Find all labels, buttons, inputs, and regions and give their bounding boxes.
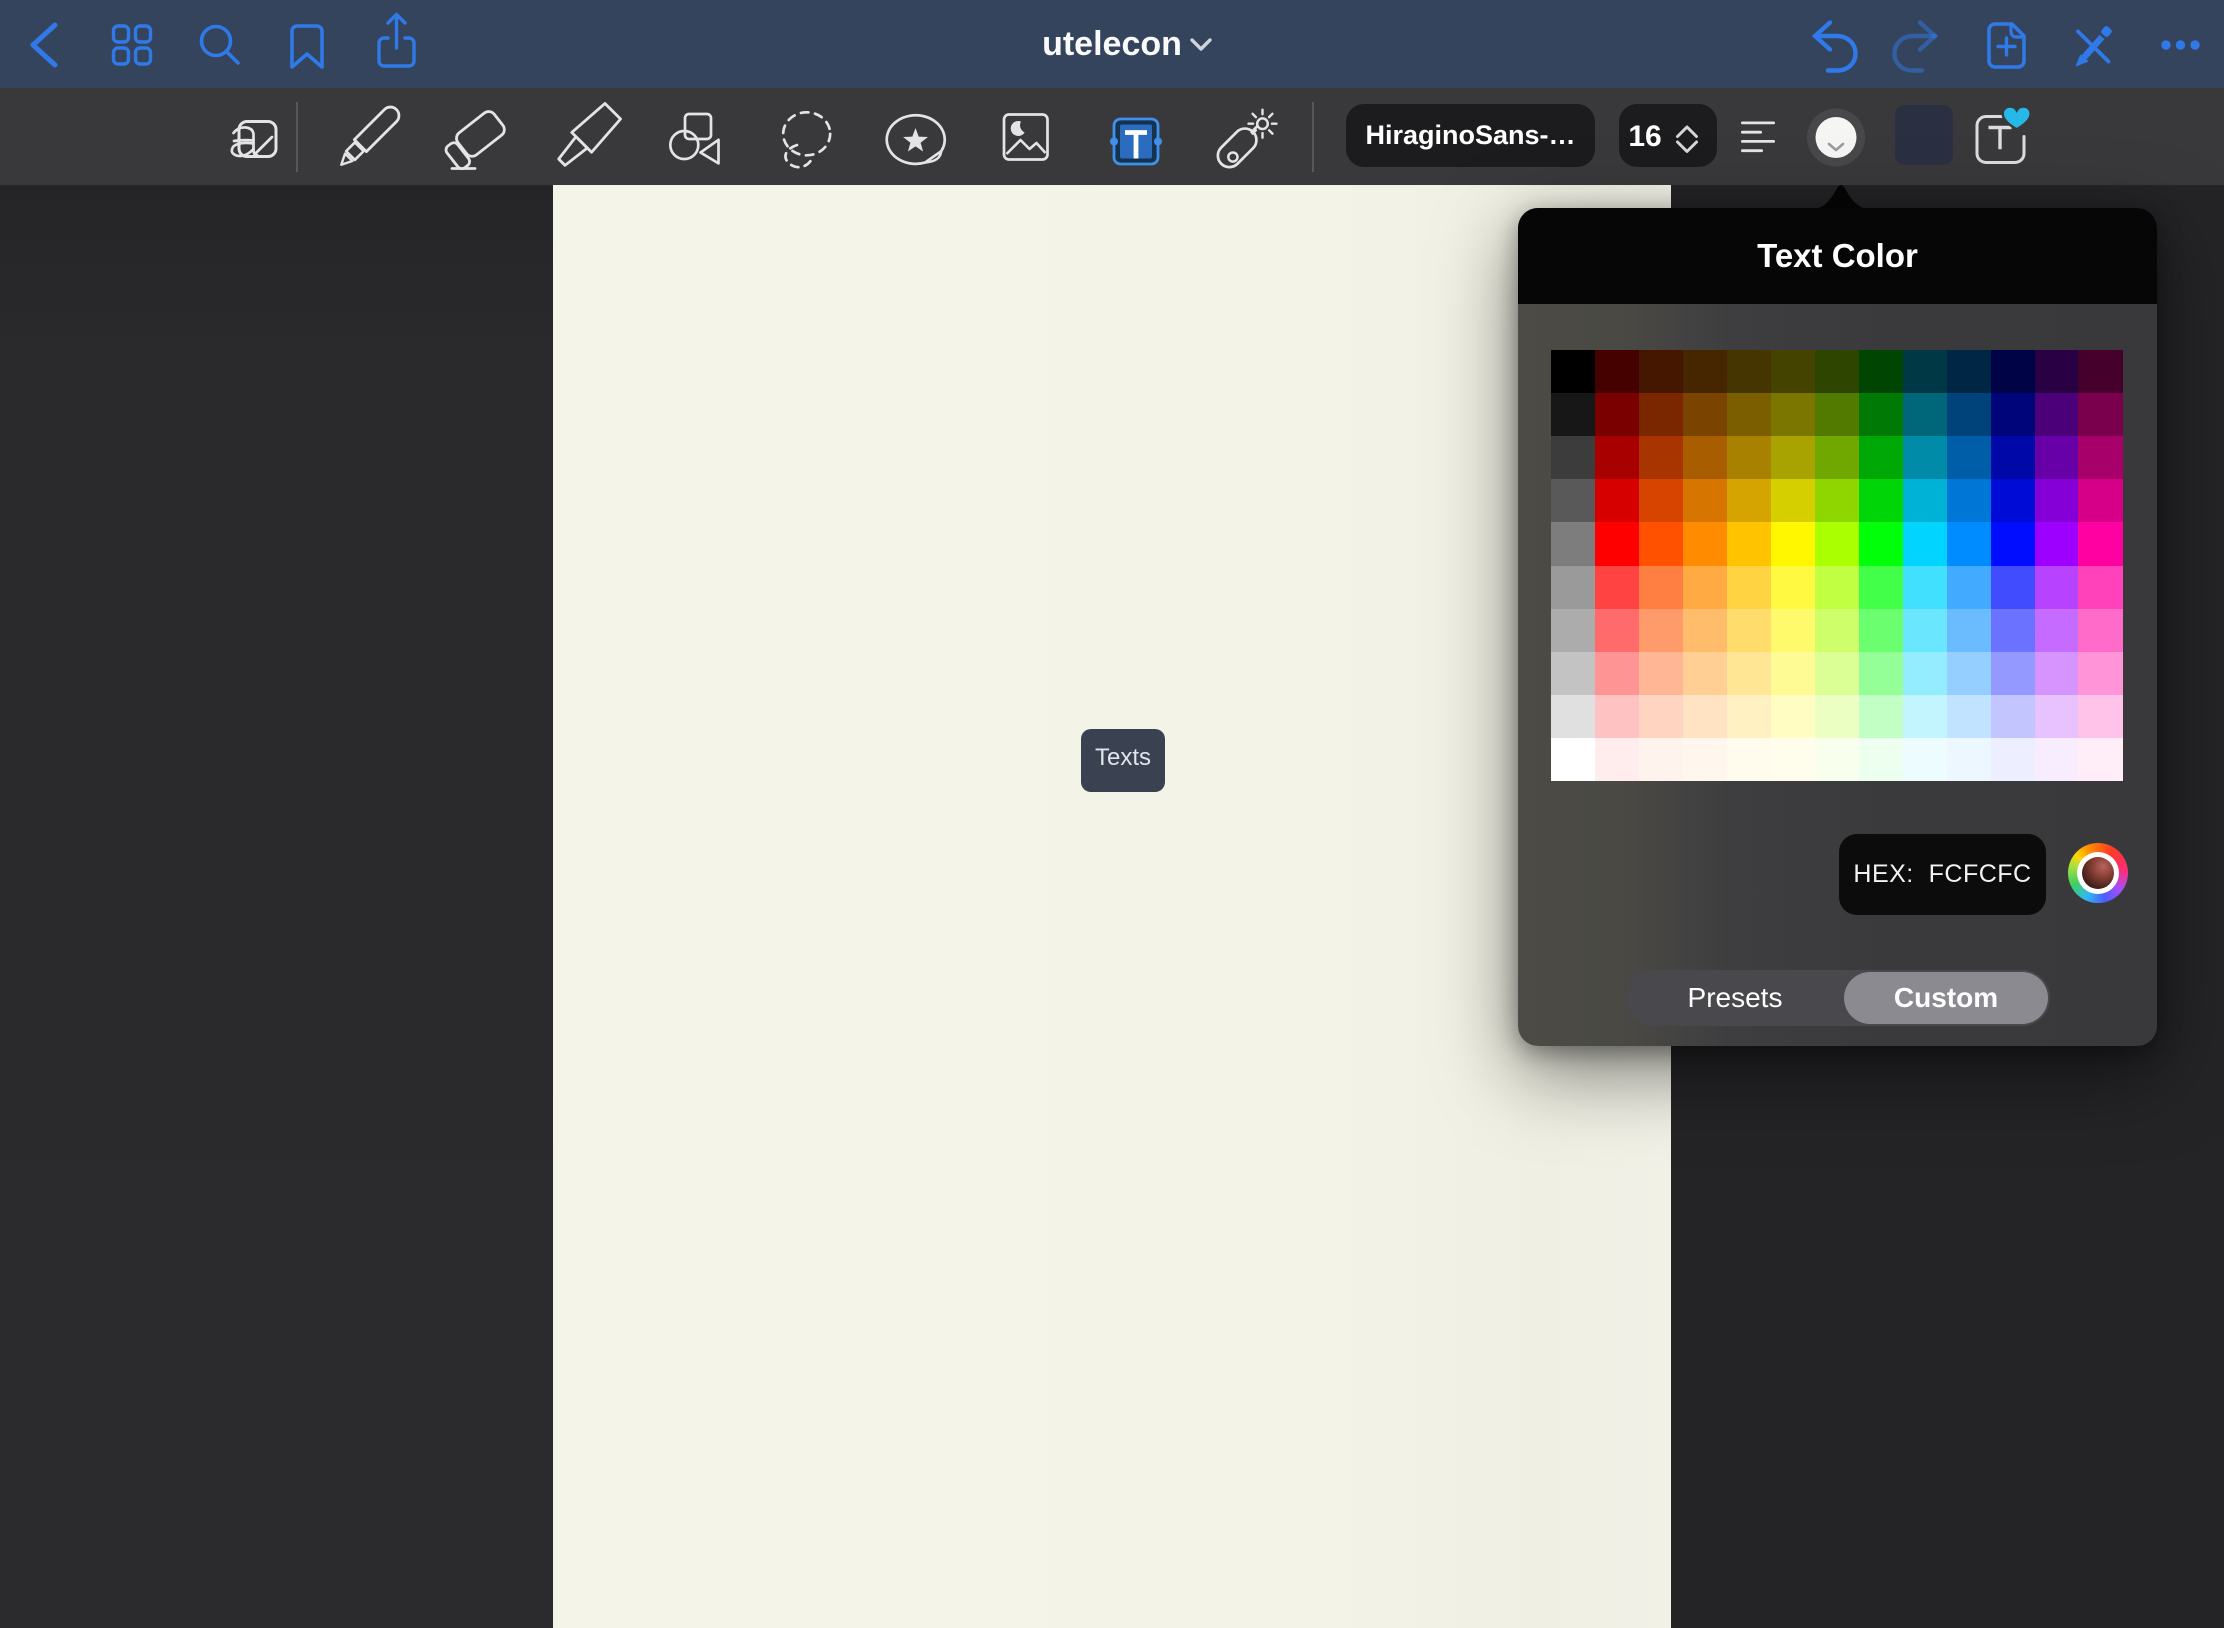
svg-text:16: 16 (1628, 120, 1661, 153)
